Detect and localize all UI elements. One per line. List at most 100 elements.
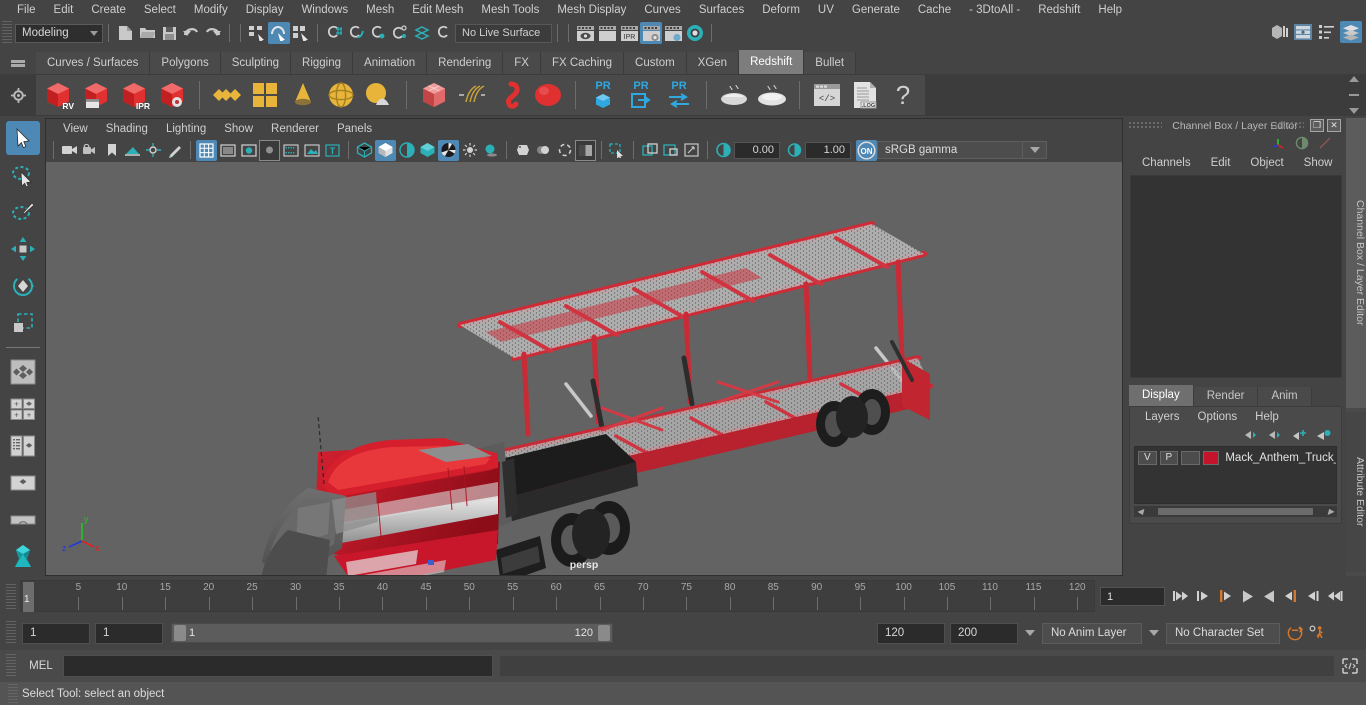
select-by-object-icon[interactable] xyxy=(268,22,290,44)
menu-surfaces[interactable]: Surfaces xyxy=(690,0,753,20)
menu-create[interactable]: Create xyxy=(82,0,135,20)
menu-curves[interactable]: Curves xyxy=(635,0,689,20)
redshift-curves-button[interactable] xyxy=(454,77,490,113)
poly-cone-button[interactable] xyxy=(285,77,321,113)
menu-mesh[interactable]: Mesh xyxy=(357,0,403,20)
menu-cache[interactable]: Cache xyxy=(909,0,960,20)
snap-to-grid-icon[interactable] xyxy=(323,22,345,44)
redshift-log-button[interactable]: .LOG xyxy=(847,77,883,113)
shading-toggle-icon[interactable] xyxy=(1295,136,1309,150)
create-layer-from-selected-icon[interactable] xyxy=(1316,429,1331,441)
channel-menu-edit[interactable]: Edit xyxy=(1201,157,1241,169)
poly-plane-button[interactable] xyxy=(209,77,245,113)
poly-grid-button[interactable] xyxy=(247,77,283,113)
exposure-icon[interactable] xyxy=(280,140,301,161)
gamma-value-field[interactable]: 1.00 xyxy=(805,141,851,159)
viewport-menu-renderer[interactable]: Renderer xyxy=(262,123,328,135)
anim-layer-selector[interactable]: No Anim Layer xyxy=(1042,622,1142,644)
grid-toggle-icon[interactable] xyxy=(196,139,217,161)
menu-generate[interactable]: Generate xyxy=(843,0,909,20)
scroll-up-icon[interactable] xyxy=(1349,76,1359,82)
wireframe-shading-icon[interactable] xyxy=(354,140,375,161)
rotate-tool-button[interactable] xyxy=(6,269,40,303)
exposure-adjust-icon[interactable] xyxy=(713,140,734,161)
go-to-end-button[interactable] xyxy=(1326,586,1344,606)
redshift-bake-button[interactable] xyxy=(716,77,752,113)
go-to-start-button[interactable] xyxy=(1172,586,1190,606)
grease-pencil-icon[interactable] xyxy=(164,140,185,161)
shelf-tab-polygons[interactable]: Polygons xyxy=(150,52,221,74)
new-scene-button[interactable] xyxy=(114,22,136,44)
redshift-rv-button[interactable]: RV xyxy=(40,77,76,113)
redshift-volume-button[interactable] xyxy=(530,77,566,113)
shelf-tab-rendering[interactable]: Rendering xyxy=(427,52,504,74)
channel-menu-channels[interactable]: Channels xyxy=(1132,157,1201,169)
bookmark-icon[interactable] xyxy=(101,140,122,161)
scrollbar-thumb[interactable] xyxy=(1158,508,1313,515)
shelf-tab-animation[interactable]: Animation xyxy=(353,52,428,74)
redshift-render-settings-button[interactable] xyxy=(154,77,190,113)
shelf-tab-fx[interactable]: FX xyxy=(503,52,541,74)
menu-3dtoall[interactable]: - 3DtoAll - xyxy=(960,0,1029,20)
gamma-adjust-icon[interactable] xyxy=(784,140,805,161)
menu-modify[interactable]: Modify xyxy=(185,0,237,20)
redshift-pr-export-button[interactable]: PR xyxy=(623,77,659,113)
step-back-frame-button[interactable] xyxy=(1216,586,1234,606)
two-d-pan-zoom-icon[interactable] xyxy=(143,140,164,161)
show-hide-layer-editor-icon[interactable] xyxy=(1340,21,1362,43)
poly-shape-button[interactable] xyxy=(361,77,397,113)
scale-tool-button[interactable] xyxy=(6,306,40,340)
make-live-icon[interactable] xyxy=(433,22,455,44)
menu-redshift[interactable]: Redshift xyxy=(1029,0,1089,20)
move-layer-up-icon[interactable] xyxy=(1244,429,1259,441)
single-persp-layout-button[interactable] xyxy=(6,503,40,537)
show-hide-modeling-toolkit-icon[interactable] xyxy=(1268,21,1290,43)
range-slider-left-handle[interactable] xyxy=(174,625,186,641)
select-by-hierarchy-icon[interactable] xyxy=(246,22,268,44)
command-line-grip[interactable] xyxy=(6,654,16,678)
character-set-selector[interactable]: No Character Set xyxy=(1166,622,1280,644)
status-line-grip[interactable] xyxy=(2,21,12,45)
ipr-render-icon[interactable]: IPR xyxy=(618,22,640,44)
channel-menu-object[interactable]: Object xyxy=(1240,157,1293,169)
scroll-down-icon[interactable] xyxy=(1349,108,1359,114)
layer-row[interactable]: V P Mack_Anthem_Truck_v xyxy=(1138,450,1336,465)
layer-name[interactable]: Mack_Anthem_Truck_v xyxy=(1225,452,1336,464)
open-render-view-icon[interactable] xyxy=(574,22,596,44)
menu-help[interactable]: Help xyxy=(1089,0,1131,20)
layer-tab-anim[interactable]: Anim xyxy=(1258,387,1312,406)
move-tool-button[interactable] xyxy=(6,232,40,266)
undo-button[interactable] xyxy=(180,22,202,44)
snapshot-icon[interactable] xyxy=(681,140,702,161)
shelf-scroll-controls[interactable] xyxy=(1346,76,1362,114)
snap-to-view-plane-icon[interactable] xyxy=(411,22,433,44)
show-hide-channel-box-icon[interactable] xyxy=(1316,21,1338,43)
save-scene-button[interactable] xyxy=(158,22,180,44)
layer-list-horizontal-scrollbar[interactable]: ◀ ▶ xyxy=(1134,506,1337,517)
redshift-render-icon[interactable] xyxy=(662,22,684,44)
redshift-render-sequence-button[interactable] xyxy=(78,77,114,113)
menu-edit-mesh[interactable]: Edit Mesh xyxy=(403,0,472,20)
viewport-menu-panels[interactable]: Panels xyxy=(328,123,381,135)
snap-to-point-icon[interactable] xyxy=(367,22,389,44)
copy-view-icon[interactable] xyxy=(660,140,681,161)
shadows-icon[interactable] xyxy=(480,140,501,161)
live-surface-field[interactable]: No Live Surface xyxy=(455,23,552,43)
color-management-toggle[interactable]: ON xyxy=(856,139,877,161)
layer-tab-render[interactable]: Render xyxy=(1193,387,1259,406)
exposure-value-field[interactable]: 0.00 xyxy=(734,141,780,159)
layer-menu-layers[interactable]: Layers xyxy=(1136,411,1189,423)
redshift-bake-all-button[interactable] xyxy=(754,77,790,113)
menu-display[interactable]: Display xyxy=(237,0,293,20)
current-frame-field[interactable]: 1 xyxy=(1100,587,1165,606)
use-default-lighting-icon[interactable] xyxy=(438,139,459,161)
redo-button[interactable] xyxy=(202,22,224,44)
color-profile-dropdown-button[interactable] xyxy=(1023,141,1047,159)
layer-list[interactable]: V P Mack_Anthem_Truck_v xyxy=(1134,446,1337,504)
shelf-tab-sculpting[interactable]: Sculpting xyxy=(220,52,292,74)
persp-graph-layout-button[interactable] xyxy=(6,466,40,500)
film-gate-icon[interactable] xyxy=(217,140,238,161)
play-backwards-button[interactable] xyxy=(1238,586,1256,606)
step-forward-frame-button[interactable] xyxy=(1282,586,1300,606)
show-hide-attribute-editor-icon[interactable] xyxy=(1292,21,1314,43)
